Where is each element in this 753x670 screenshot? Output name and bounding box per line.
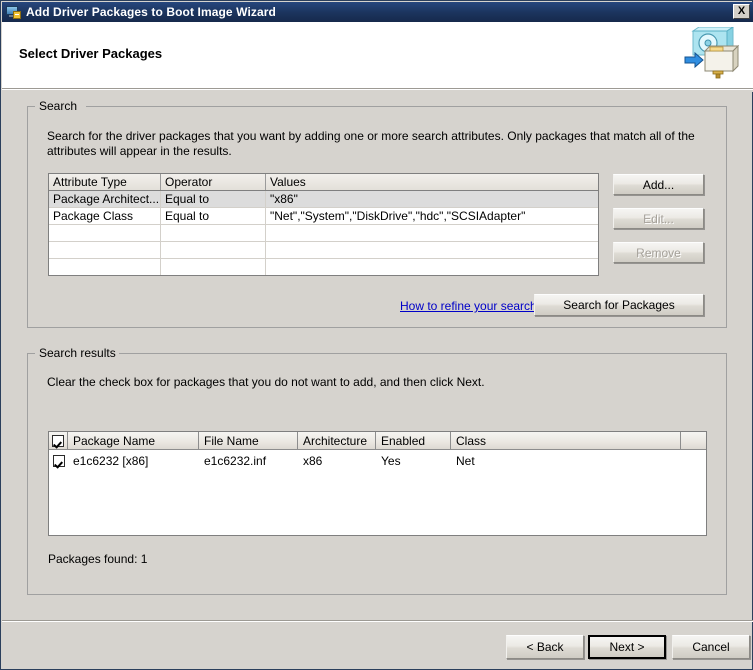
column-operator[interactable]: Operator: [161, 174, 266, 190]
search-results-group-label: Search results: [36, 346, 119, 360]
cell-operator: Equal to: [161, 208, 266, 225]
edit-button: Edit...: [613, 208, 704, 229]
cell-package-name: e1c6232 [x86]: [68, 450, 199, 469]
packages-found-status: Packages found: 1: [48, 552, 147, 566]
table-row-empty[interactable]: [49, 225, 598, 242]
close-icon[interactable]: X: [733, 4, 750, 19]
cell-empty: [161, 225, 266, 242]
search-description: Search for the driver packages that you …: [47, 129, 707, 159]
column-select-all[interactable]: [49, 432, 68, 449]
cell-empty: [49, 259, 161, 276]
cell-empty: [49, 225, 161, 242]
column-class[interactable]: Class: [451, 432, 681, 449]
search-attributes-table[interactable]: Attribute Type Operator Values Package A…: [48, 173, 599, 276]
back-button[interactable]: < Back: [506, 635, 584, 659]
search-for-packages-button[interactable]: Search for Packages: [534, 294, 704, 316]
search-results-description: Clear the check box for packages that yo…: [47, 375, 697, 390]
table-row-empty[interactable]: [49, 242, 598, 259]
search-group-label: Search: [36, 99, 80, 113]
wizard-window: Add Driver Packages to Boot Image Wizard…: [0, 0, 753, 670]
driver-package-box-icon: [683, 27, 739, 83]
how-to-refine-your-search-link[interactable]: How to refine your search: [400, 299, 537, 313]
search-attributes-header: Attribute Type Operator Values: [49, 174, 598, 191]
cell-empty: [161, 242, 266, 259]
search-results-header: Package Name File Name Architecture Enab…: [49, 432, 706, 450]
cell-operator: Equal to: [161, 191, 266, 208]
window-title: Add Driver Packages to Boot Image Wizard: [26, 5, 276, 19]
column-enabled[interactable]: Enabled: [376, 432, 451, 449]
cell-empty: [161, 259, 266, 276]
title-bar: Add Driver Packages to Boot Image Wizard…: [2, 2, 753, 22]
column-package-name[interactable]: Package Name: [68, 432, 199, 449]
table-row[interactable]: Package Architect... Equal to "x86": [49, 191, 598, 208]
cell-architecture: x86: [298, 450, 376, 469]
cell-empty: [266, 242, 598, 259]
column-values[interactable]: Values: [266, 174, 598, 190]
add-button[interactable]: Add...: [613, 174, 704, 195]
cell-class: Net: [451, 450, 681, 469]
cell-extra: [681, 450, 706, 469]
row-select-cell[interactable]: [49, 450, 68, 469]
column-architecture[interactable]: Architecture: [298, 432, 376, 449]
select-all-checkbox[interactable]: [52, 435, 64, 447]
column-attribute-type[interactable]: Attribute Type: [49, 174, 161, 190]
column-extra[interactable]: [681, 432, 706, 449]
table-row[interactable]: Package Class Equal to "Net","System","D…: [49, 208, 598, 225]
cell-empty: [266, 225, 598, 242]
table-row-empty[interactable]: [49, 259, 598, 276]
next-button[interactable]: Next >: [588, 635, 666, 659]
cell-empty: [266, 259, 598, 276]
cell-attribute-type: Package Architect...: [49, 191, 161, 208]
row-checkbox[interactable]: [53, 455, 65, 467]
cell-empty: [49, 242, 161, 259]
cell-enabled: Yes: [376, 450, 451, 469]
cancel-button[interactable]: Cancel: [672, 635, 750, 659]
cell-values: "Net","System","DiskDrive","hdc","SCSIAd…: [266, 208, 598, 225]
cell-attribute-type: Package Class: [49, 208, 161, 225]
cell-file-name: e1c6232.inf: [199, 450, 298, 469]
wizard-banner: Select Driver Packages: [2, 22, 753, 89]
column-file-name[interactable]: File Name: [199, 432, 298, 449]
remove-button: Remove: [613, 242, 704, 263]
cell-values: "x86": [266, 191, 598, 208]
footer-divider: [2, 620, 753, 622]
banner-divider: [2, 89, 753, 92]
search-results-table[interactable]: Package Name File Name Architecture Enab…: [48, 431, 707, 536]
computer-add-icon: [5, 4, 21, 20]
table-row[interactable]: e1c6232 [x86] e1c6232.inf x86 Yes Net: [49, 450, 706, 469]
page-title: Select Driver Packages: [19, 46, 162, 61]
